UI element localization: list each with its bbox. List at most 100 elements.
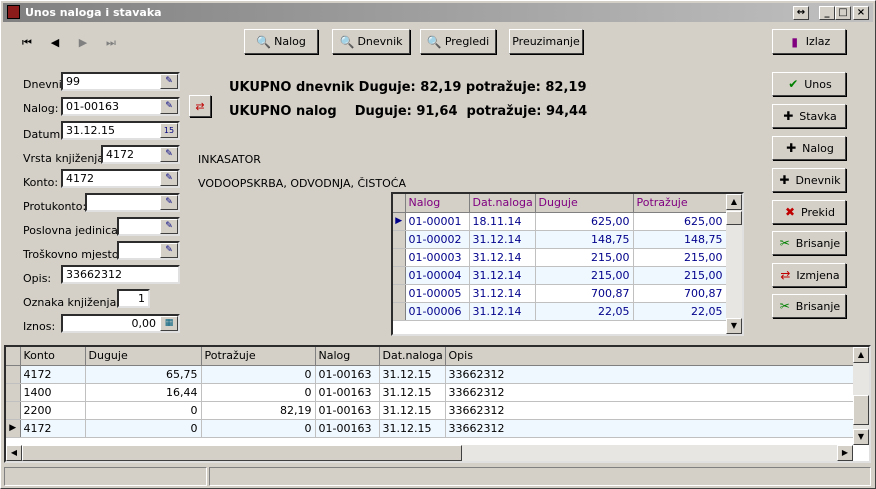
table-cell[interactable]: 1400 <box>20 383 86 402</box>
poslovna-jedinica-field[interactable]: ✎ <box>117 217 180 236</box>
table-cell[interactable]: 2200 <box>20 401 86 420</box>
table-cell[interactable]: 31.12.14 <box>469 302 536 321</box>
calendar-icon[interactable]: 15 <box>160 123 178 138</box>
scroll-up-icon[interactable]: ▲ <box>853 347 869 363</box>
last-record-icon[interactable]: ⏭ <box>102 35 120 51</box>
scroll-right-icon[interactable]: ▶ <box>837 445 853 461</box>
table-cell[interactable]: 33662312 <box>445 383 854 402</box>
nalozi-grid[interactable]: Nalog Dat.naloga Duguje Potražuje ▶ 01-00… <box>391 192 744 336</box>
nalog-add-button[interactable]: ✚ Nalog <box>772 136 846 160</box>
protukonto-field[interactable]: ✎ <box>85 193 180 212</box>
table-cell[interactable]: 0 <box>85 401 202 420</box>
stavke-grid[interactable]: Konto Duguje Potražuje Nalog Dat.naloga … <box>4 345 871 463</box>
vrsta-field[interactable]: 4172 ✎ <box>101 145 180 164</box>
scroll-down-icon[interactable]: ▼ <box>726 318 742 334</box>
table-cell[interactable]: 16,44 <box>85 383 202 402</box>
table-cell[interactable]: 18.11.14 <box>469 212 536 231</box>
table-row[interactable]: 01-00003 31.12.14 215,00 215,00 <box>393 248 727 267</box>
troskovno-mjesto-field[interactable]: ✎ <box>117 241 180 260</box>
scroll-thumb[interactable] <box>853 395 869 425</box>
iznos-field[interactable]: 0,00 ▦ <box>61 314 180 333</box>
table-cell[interactable]: 0 <box>201 365 316 384</box>
column-header[interactable]: Konto <box>20 347 86 366</box>
lookup-icon[interactable]: ✎ <box>160 171 178 186</box>
lookup-icon[interactable]: ✎ <box>160 74 178 89</box>
table-cell[interactable]: 01-00163 <box>315 365 380 384</box>
row-indicator[interactable] <box>393 230 406 249</box>
table-cell[interactable]: 01-00003 <box>405 248 470 267</box>
table-cell[interactable]: 0 <box>201 419 316 438</box>
prekid-button[interactable]: ✖ Prekid <box>772 200 846 224</box>
brisanje-button-2[interactable]: ✂ Brisanje <box>772 294 846 318</box>
dnevnik-field[interactable]: 99 ✎ <box>61 72 180 91</box>
table-cell[interactable]: 01-00004 <box>405 266 470 285</box>
nalog-toolbar-button[interactable]: 🔍 Nalog <box>244 29 318 54</box>
scroll-down-icon[interactable]: ▼ <box>853 429 869 445</box>
table-row[interactable]: 2200 0 82,19 01-00163 31.12.15 33662312 <box>6 401 854 420</box>
table-cell[interactable]: 01-00163 <box>315 383 380 402</box>
table-cell[interactable]: 31.12.14 <box>469 230 536 249</box>
row-indicator[interactable] <box>393 266 406 285</box>
prev-record-icon[interactable]: ◀ <box>46 35 64 51</box>
nalog-field[interactable]: 01-00163 ✎ <box>61 97 180 116</box>
table-row[interactable]: 01-00004 31.12.14 215,00 215,00 <box>393 266 727 285</box>
column-header[interactable]: Dat.naloga <box>469 194 536 213</box>
row-indicator[interactable] <box>6 383 21 402</box>
row-indicator[interactable] <box>6 401 21 420</box>
lookup-icon[interactable]: ✎ <box>160 147 178 162</box>
lookup-icon[interactable]: ✎ <box>160 99 178 114</box>
table-cell[interactable]: 31.12.14 <box>469 284 536 303</box>
table-cell[interactable]: 700,87 <box>535 284 634 303</box>
column-header[interactable]: Nalog <box>315 347 380 366</box>
table-cell[interactable]: 65,75 <box>85 365 202 384</box>
table-row[interactable]: ▶ 01-00001 18.11.14 625,00 625,00 <box>393 212 727 231</box>
column-header[interactable]: Duguje <box>535 194 634 213</box>
table-cell[interactable]: 33662312 <box>445 401 854 420</box>
stavka-button[interactable]: ✚ Stavka <box>772 104 846 128</box>
table-cell[interactable]: 215,00 <box>633 266 727 285</box>
minimize-button[interactable]: _ <box>819 6 835 20</box>
column-header[interactable]: Potražuje <box>201 347 316 366</box>
unos-button[interactable]: ✔ Unos <box>772 72 846 96</box>
table-cell[interactable]: 01-00005 <box>405 284 470 303</box>
table-cell[interactable]: 215,00 <box>633 248 727 267</box>
opis-field[interactable]: 33662312 <box>61 265 180 284</box>
dnevnik-toolbar-button[interactable]: 🔍 Dnevnik <box>332 29 410 54</box>
row-indicator[interactable] <box>393 248 406 267</box>
table-row[interactable]: 4172 65,75 0 01-00163 31.12.15 33662312 <box>6 365 854 384</box>
stavke-vscrollbar[interactable]: ▲ ▼ <box>853 347 869 445</box>
table-cell[interactable]: 4172 <box>20 365 86 384</box>
table-cell[interactable]: 01-00163 <box>315 401 380 420</box>
column-header[interactable]: Duguje <box>85 347 202 366</box>
next-record-icon[interactable]: ▶ <box>74 35 92 51</box>
stavke-hscrollbar[interactable]: ◀ ▶ <box>6 445 853 461</box>
row-indicator[interactable]: ▶ <box>6 419 21 438</box>
table-cell[interactable]: 148,75 <box>535 230 634 249</box>
oznaka-field[interactable]: 1 <box>117 289 150 308</box>
close-button[interactable]: × <box>853 6 869 20</box>
lookup-icon[interactable]: ✎ <box>160 195 178 210</box>
nalozi-scrollbar[interactable]: ▲ ▼ <box>726 194 742 334</box>
table-cell[interactable]: 215,00 <box>535 248 634 267</box>
table-cell[interactable]: 31.12.14 <box>469 266 536 285</box>
table-row[interactable]: 01-00006 31.12.14 22,05 22,05 <box>393 302 727 321</box>
table-row[interactable]: 01-00002 31.12.14 148,75 148,75 <box>393 230 727 249</box>
scroll-up-icon[interactable]: ▲ <box>726 194 742 210</box>
column-header[interactable]: Nalog <box>405 194 470 213</box>
table-cell[interactable]: 33662312 <box>445 419 854 438</box>
izlaz-button[interactable]: ▮ Izlaz <box>772 29 846 54</box>
scroll-left-icon[interactable]: ◀ <box>6 445 22 461</box>
table-cell[interactable]: 01-00006 <box>405 302 470 321</box>
table-cell[interactable]: 625,00 <box>535 212 634 231</box>
brisanje-button-1[interactable]: ✂ Brisanje <box>772 231 846 255</box>
table-cell[interactable]: 82,19 <box>201 401 316 420</box>
restore-size-button[interactable]: ↔ <box>793 6 809 20</box>
first-record-icon[interactable]: ⏮ <box>18 35 36 51</box>
scroll-thumb[interactable] <box>22 445 462 461</box>
table-cell[interactable]: 31.12.15 <box>379 365 446 384</box>
lookup-icon[interactable]: ✎ <box>160 243 178 258</box>
row-indicator[interactable]: ▶ <box>393 212 406 231</box>
lookup-icon[interactable]: ✎ <box>160 219 178 234</box>
table-cell[interactable]: 0 <box>201 383 316 402</box>
column-header[interactable]: Opis <box>445 347 854 366</box>
